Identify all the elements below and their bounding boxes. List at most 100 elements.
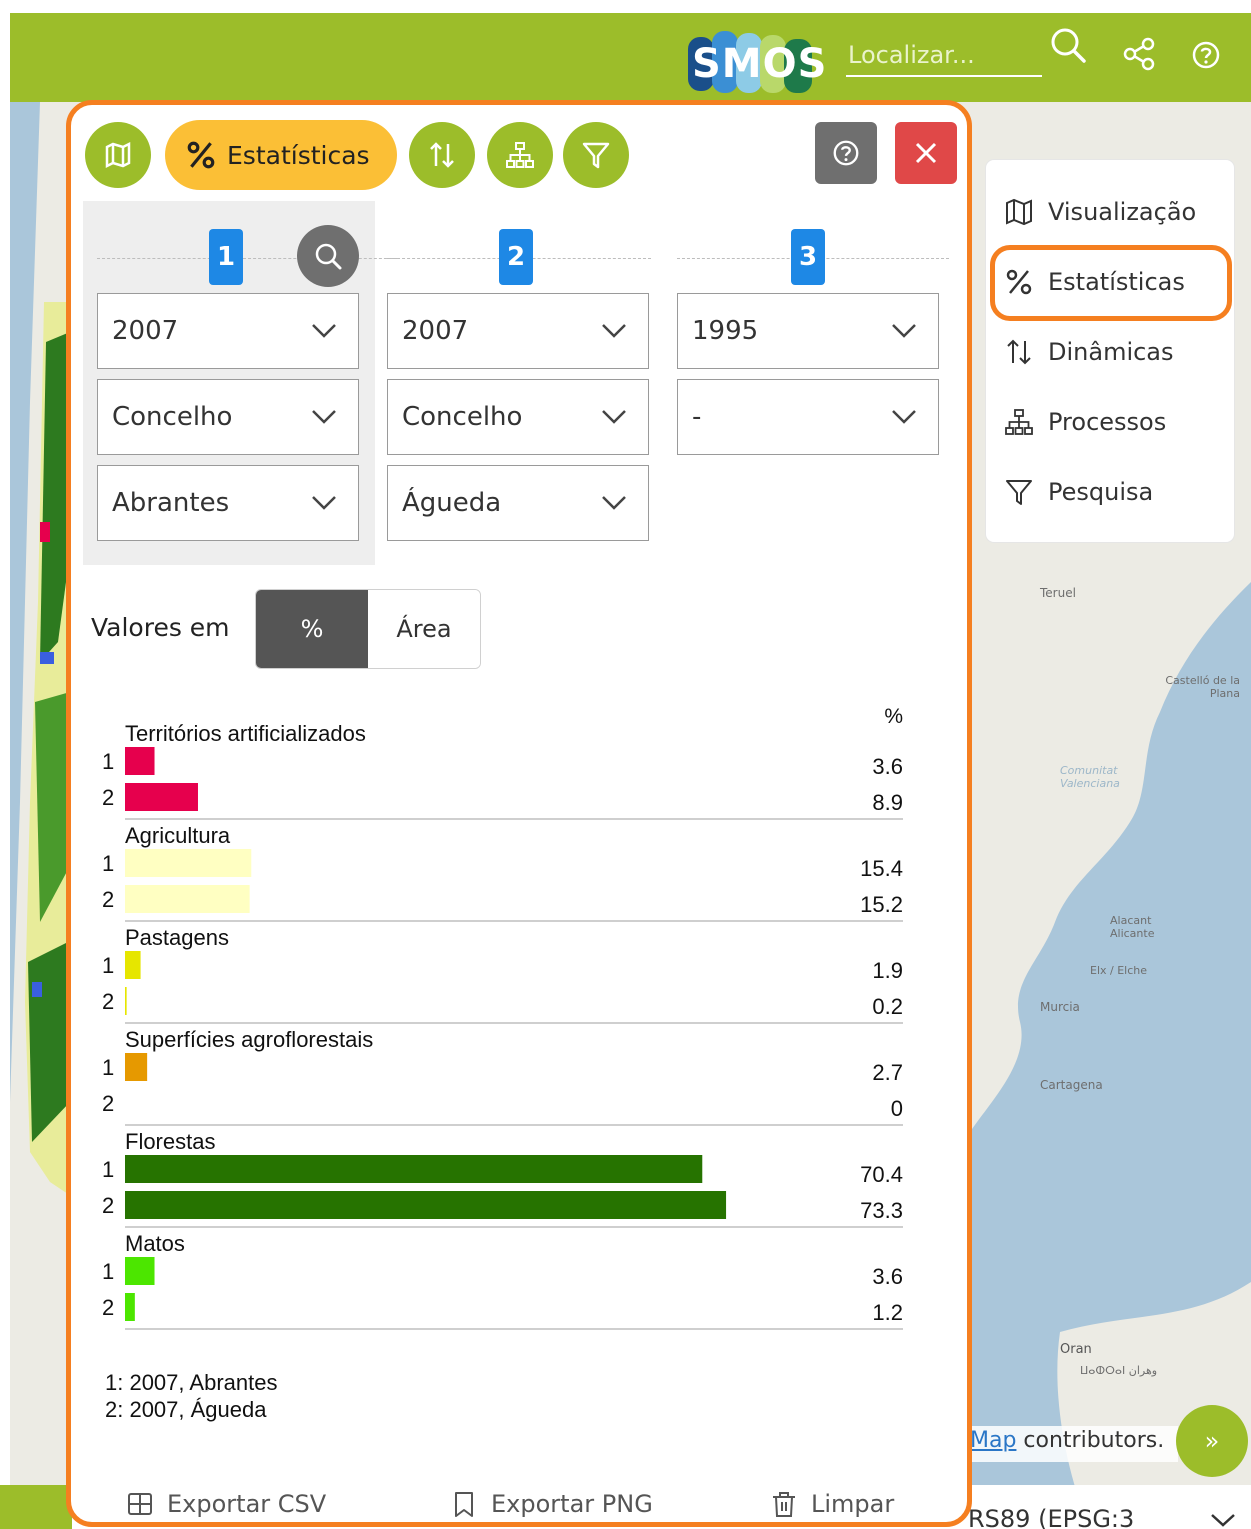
value-label: 73.3: [860, 1198, 903, 1223]
category-label: Matos: [125, 1231, 185, 1256]
series-label: 1: [102, 1055, 114, 1080]
help-icon[interactable]: [1190, 39, 1230, 79]
visualization-button[interactable]: [85, 122, 151, 188]
select-value: 2007: [112, 316, 179, 346]
dynamics-button[interactable]: [409, 122, 475, 188]
chevron-down-icon: [312, 496, 336, 510]
chevron-down-icon: [602, 324, 626, 338]
active-nav-highlight: [990, 245, 1232, 321]
select-value: Abrantes: [112, 488, 230, 518]
nav-item-pesquisa[interactable]: Pesquisa: [1004, 466, 1153, 518]
unit-select-1[interactable]: Abrantes: [97, 465, 359, 541]
unit-toggle: % Área: [255, 589, 481, 669]
category-label: Pastagens: [125, 925, 229, 950]
export-png-button[interactable]: Exportar PNG: [449, 1489, 653, 1519]
map-label: Teruel: [1040, 586, 1076, 600]
chevron-down-icon: [312, 324, 336, 338]
filter-icon: [1006, 480, 1032, 505]
select-value: Águeda: [402, 488, 502, 518]
search-icon: [315, 243, 342, 270]
processes-button[interactable]: [487, 122, 553, 188]
category-label: Superfícies agroflorestais: [125, 1027, 373, 1052]
share-icon[interactable]: [1122, 37, 1162, 77]
values-in-label: Valores em: [91, 613, 230, 642]
help-icon: [833, 140, 859, 166]
table-icon: [128, 1493, 152, 1515]
value-label: 70.4: [860, 1162, 903, 1187]
unit-select-2[interactable]: Águeda: [387, 465, 649, 541]
legend-line: 2: 2007, Águeda: [105, 1397, 267, 1422]
bar: [125, 1053, 148, 1081]
series-label: 2: [102, 989, 114, 1014]
level-select-1[interactable]: Concelho: [97, 379, 359, 455]
series-label: 2: [102, 1193, 114, 1218]
locate-button[interactable]: [297, 225, 359, 287]
value-label: 1.9: [872, 958, 903, 983]
map-icon: [1006, 198, 1032, 226]
crs-select-value[interactable]: RS89 (EPSG:3: [968, 1505, 1134, 1529]
series-label: 1: [102, 1157, 114, 1182]
value-label: 0: [891, 1096, 903, 1121]
statistics-tab-button[interactable]: Estatísticas: [165, 120, 397, 190]
search-input[interactable]: [846, 35, 1042, 77]
nav-item-label: Processos: [1048, 408, 1167, 436]
help-button[interactable]: [815, 122, 877, 184]
series-label: 1: [102, 749, 114, 774]
chevron-down-icon[interactable]: [1208, 1510, 1238, 1529]
year-select-1[interactable]: 2007: [97, 293, 359, 369]
search-filter-button[interactable]: [563, 122, 629, 188]
expand-button[interactable]: »: [1176, 1405, 1248, 1477]
series-label: 2: [102, 887, 114, 912]
area-toggle-button[interactable]: Área: [368, 590, 480, 668]
map-label: Cartagena: [1040, 1078, 1103, 1092]
percent-toggle-button[interactable]: %: [256, 590, 368, 668]
sort-arrows-icon: [430, 142, 454, 168]
select-value: 2007: [402, 316, 469, 346]
side-nav-menu: Visualização Estatísticas Dinâmicas Proc…: [986, 160, 1234, 542]
nav-item-label: Dinâmicas: [1048, 338, 1174, 366]
category-label: Agricultura: [125, 823, 231, 848]
attribution-link[interactable]: Map: [970, 1428, 1016, 1453]
value-label: 8.9: [872, 790, 903, 815]
value-label: 1.2: [872, 1300, 903, 1325]
year-select-3[interactable]: 1995: [677, 293, 939, 369]
clear-button[interactable]: Limpar: [769, 1489, 894, 1519]
level-select-3[interactable]: -: [677, 379, 939, 455]
top-bar: SMOS: [10, 13, 1251, 102]
map-label: Alacant Alicante: [1110, 914, 1155, 940]
clear-label: Limpar: [811, 1490, 895, 1518]
sort-arrows-icon: [1007, 339, 1031, 365]
filter-icon: [582, 142, 610, 169]
nav-item-dinamicas[interactable]: Dinâmicas: [1004, 326, 1174, 378]
close-icon: [915, 142, 937, 164]
bar: [125, 1155, 703, 1183]
chevron-down-icon: [602, 496, 626, 510]
smos-logo[interactable]: SMOS: [682, 27, 826, 99]
bar: [125, 1293, 135, 1321]
export-csv-label: Exportar CSV: [167, 1490, 327, 1518]
nav-item-processos[interactable]: Processos: [1004, 396, 1166, 448]
nav-item-label: Visualização: [1048, 198, 1197, 226]
statistics-bar-chart: % Territórios artificializados 1 3.6 2 8.9 Agr…: [102, 705, 903, 1330]
level-select-2[interactable]: Concelho: [387, 379, 649, 455]
search-icon[interactable]: [1048, 25, 1088, 65]
nav-item-visualizacao[interactable]: Visualização: [1004, 186, 1196, 238]
series-label: 1: [102, 953, 114, 978]
select-value: -: [692, 402, 702, 432]
series-label: 2: [102, 1091, 114, 1116]
close-button[interactable]: [895, 122, 957, 184]
value-label: 3.6: [872, 754, 903, 779]
statistics-tab-label: Estatísticas: [227, 140, 370, 170]
double-chevron-icon: »: [1204, 1427, 1220, 1455]
export-png-label: Exportar PNG: [491, 1490, 653, 1518]
bottom-left-tab[interactable]: [0, 1485, 72, 1529]
bookmark-icon: [455, 1492, 473, 1517]
legend-line: 1: 2007, Abrantes: [105, 1370, 278, 1395]
category-label: Territórios artificializados: [125, 721, 366, 746]
chart-legend: 1: 2007, Abrantes 2: 2007, Águeda: [105, 1369, 277, 1423]
bar: [125, 783, 198, 811]
map-label: Elx / Elche: [1090, 964, 1148, 977]
year-select-2[interactable]: 2007: [387, 293, 649, 369]
export-csv-button[interactable]: Exportar CSV: [125, 1489, 326, 1519]
map-icon: [105, 141, 131, 169]
